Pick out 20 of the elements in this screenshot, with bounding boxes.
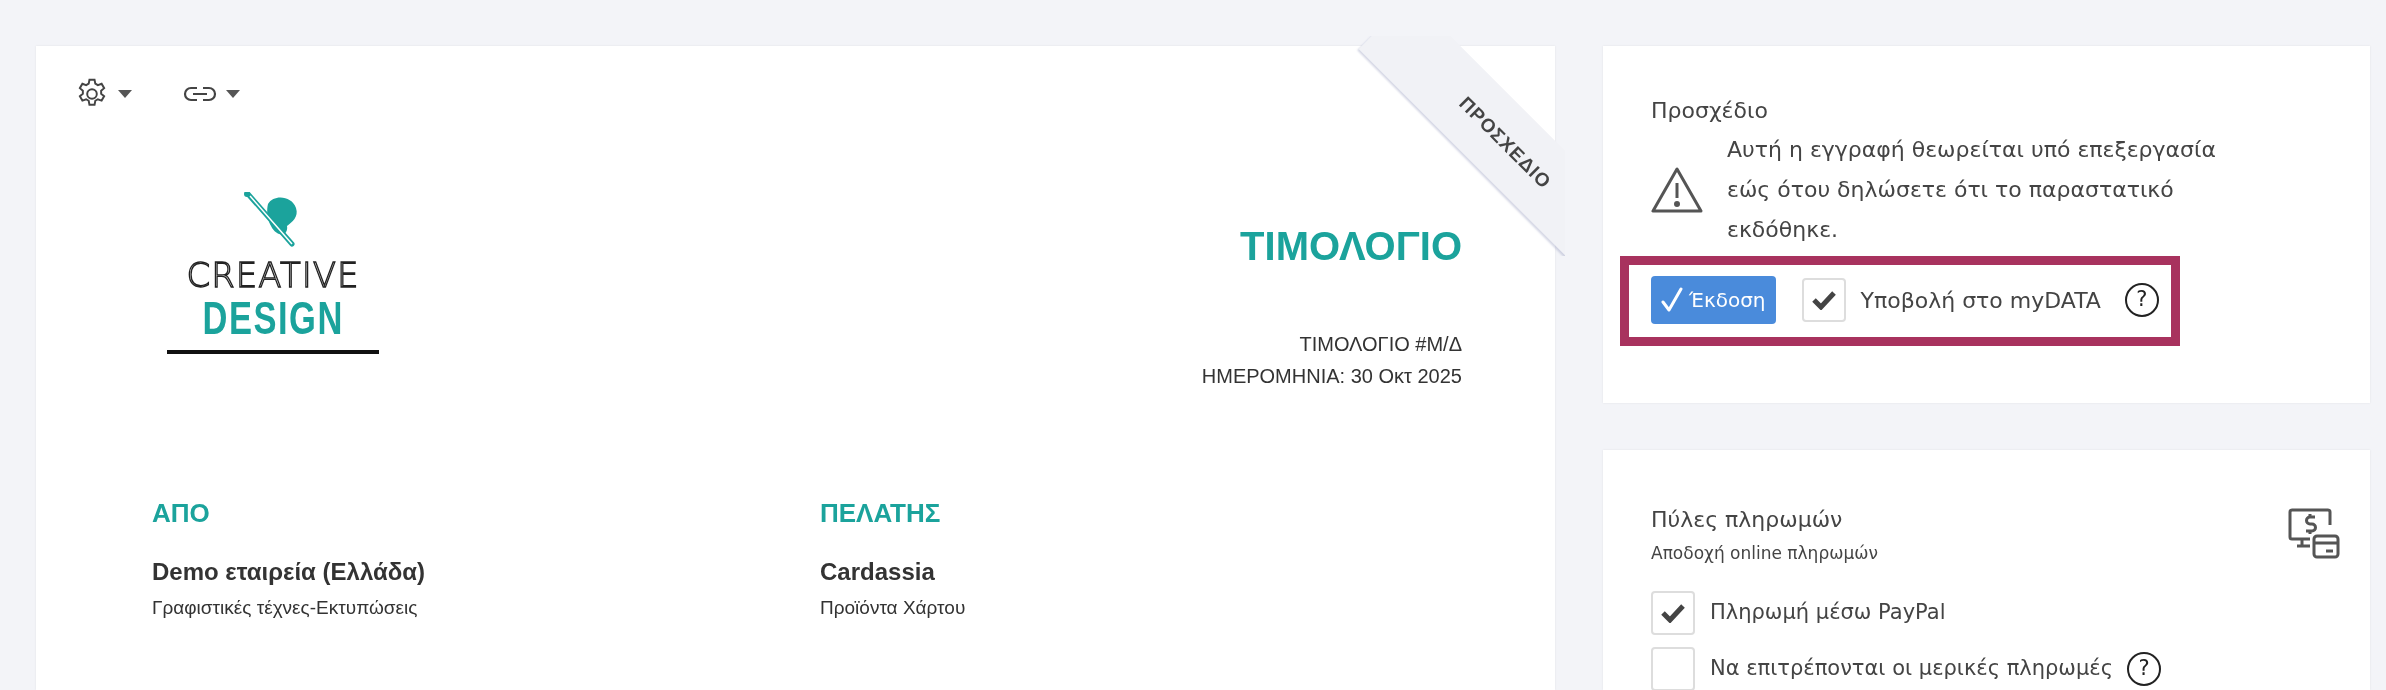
issue-button[interactable]: Έκδοση: [1651, 276, 1776, 324]
party-name: Cardassia: [820, 557, 936, 587]
help-icon[interactable]: ?: [2124, 283, 2159, 317]
party-name: Demo εταιρεία (Ελλάδα): [152, 557, 426, 587]
invoice-number: ΤΙΜΟΛΟΓΙΟ #Μ/Δ: [1299, 332, 1462, 357]
panel-subtitle: Αποδοχή online πληρωμών: [1651, 542, 1879, 565]
draft-message: Αυτή η εγγραφή θεωρείται υπό επεξεργασία εώς ότου δηλώσετε ότι το παραστατικό εκδόθηκε.: [1727, 136, 2217, 244]
party-heading: ΑΠΟ: [152, 497, 211, 530]
checkbox-label[interactable]: Υποβολή στο myDATA: [1860, 283, 2101, 317]
help-icon[interactable]: ?: [2127, 651, 2161, 686]
checkbox-label[interactable]: Να επιτρέπονται οι μερικές πληρωμές: [1710, 652, 2113, 685]
party-activity: Προϊόντα Χάρτου: [820, 596, 967, 620]
checkbox-label[interactable]: Πληρωμή μέσω PayPal: [1710, 596, 1946, 629]
panel-title: Προσχέδιο: [1651, 97, 1769, 125]
logo-text: CREATIVE: [186, 256, 360, 294]
party-heading: ΠΕΛΑΤΗΣ: [820, 497, 942, 530]
panel-title: Πύλες πληρωμών: [1651, 506, 1844, 534]
party-activity: Γραφιστικές τέχνες-Εκτυπώσεις: [152, 596, 419, 620]
logo-text: DESIGN: [202, 294, 344, 342]
invoice-date: ΗΜΕΡΟΜΗΝΙΑ: 30 Οκτ 2025: [1201, 364, 1462, 389]
